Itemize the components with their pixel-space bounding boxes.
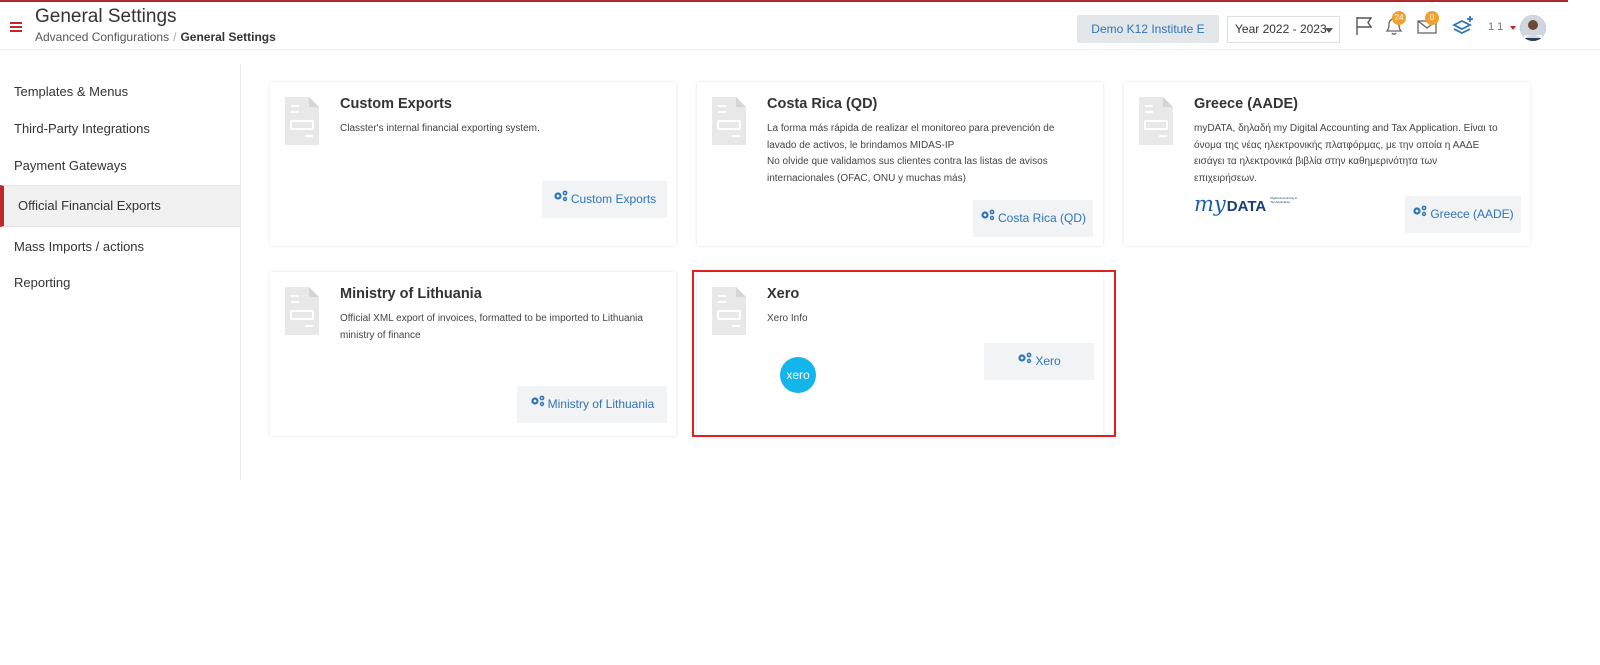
sidebar-item-templates-menus[interactable]: Templates & Menus: [0, 72, 240, 112]
sidebar-item-official-financial-exports[interactable]: Official Financial Exports: [0, 185, 240, 227]
card-title: Greece (AADE): [1194, 96, 1298, 112]
export-card-costa-rica: Costa Rica (QD) La forma más rápida de r…: [697, 82, 1103, 246]
document-icon: [712, 287, 746, 335]
sidebar-item-third-party-integrations[interactable]: Third-Party Integrations: [0, 109, 240, 149]
export-card-xero: Xero Xero Info xero Xero: [697, 272, 1103, 436]
card-description: myDATA, δηλαδή my Digital Accounting and…: [1194, 123, 1498, 184]
breadcrumb-parent[interactable]: Advanced Configurations: [35, 30, 169, 44]
menu-icon[interactable]: [10, 22, 22, 32]
notifications-badge: 24: [1392, 11, 1406, 25]
breadcrumb-separator: /: [173, 30, 177, 44]
breadcrumb-current: General Settings: [180, 30, 276, 44]
flag-icon[interactable]: [1352, 14, 1376, 38]
card-description: Xero Info: [767, 313, 808, 324]
greece-button[interactable]: Greece (AADE): [1405, 196, 1521, 233]
card-title: Costa Rica (QD): [767, 96, 878, 112]
layers-add-icon[interactable]: [1451, 14, 1475, 38]
gears-icon: [1017, 342, 1033, 379]
xero-button[interactable]: Xero: [984, 343, 1094, 380]
user-count: 1 1: [1488, 21, 1504, 33]
xero-logo: xero: [780, 357, 816, 393]
messages-badge: 0: [1425, 11, 1439, 25]
document-icon: [712, 97, 746, 145]
custom-exports-button[interactable]: Custom Exports: [542, 181, 667, 218]
page-title: General Settings: [35, 6, 177, 27]
card-description: Official XML export of invoices, formatt…: [340, 313, 643, 341]
gears-icon: [1412, 195, 1428, 232]
avatar[interactable]: [1520, 15, 1546, 41]
card-description: Classter's internal financial exporting …: [340, 123, 540, 134]
export-card-greece: Greece (AADE) myDATA, δηλαδή my Digital …: [1124, 82, 1530, 246]
header: General Settings Advanced Configurations…: [0, 2, 1600, 50]
envelope-icon[interactable]: 0: [1415, 11, 1439, 38]
document-icon: [285, 97, 319, 145]
ministry-of-lithuania-button[interactable]: Ministry of Lithuania: [517, 386, 667, 423]
sidebar-item-payment-gateways[interactable]: Payment Gateways: [0, 146, 240, 186]
costa-rica-button[interactable]: Costa Rica (QD): [973, 200, 1093, 237]
document-icon: [285, 287, 319, 335]
year-select-value: Year 2022 - 2023: [1235, 22, 1327, 36]
gears-icon: [530, 385, 546, 422]
gears-icon: [980, 199, 996, 236]
school-selector-button[interactable]: Demo K12 Institute E: [1077, 15, 1219, 43]
card-description: La forma más rápida de realizar el monit…: [767, 123, 1055, 184]
export-card-lithuania: Ministry of Lithuania Official XML expor…: [270, 272, 676, 436]
year-select[interactable]: Year 2022 - 2023: [1227, 16, 1340, 43]
user-menu-caret-icon[interactable]: [1510, 26, 1516, 30]
mydata-logo: myDATA Digital Accounting & Tax Applicati…: [1194, 192, 1297, 216]
breadcrumb: Advanced Configurations / General Settings: [35, 30, 276, 44]
sidebar-item-reporting[interactable]: Reporting: [0, 263, 240, 303]
card-title: Custom Exports: [340, 96, 452, 112]
document-icon: [1139, 97, 1173, 145]
sidebar-item-mass-imports-actions[interactable]: Mass Imports / actions: [0, 227, 240, 267]
chevron-down-icon: [1325, 28, 1333, 33]
gears-icon: [553, 180, 569, 217]
sidebar: Templates & Menus Third-Party Integratio…: [0, 64, 241, 480]
export-card-custom-exports: Custom Exports Classter's internal finan…: [270, 82, 676, 246]
bell-icon[interactable]: 24: [1382, 11, 1406, 38]
card-title: Ministry of Lithuania: [340, 286, 482, 302]
card-title: Xero: [767, 286, 800, 302]
